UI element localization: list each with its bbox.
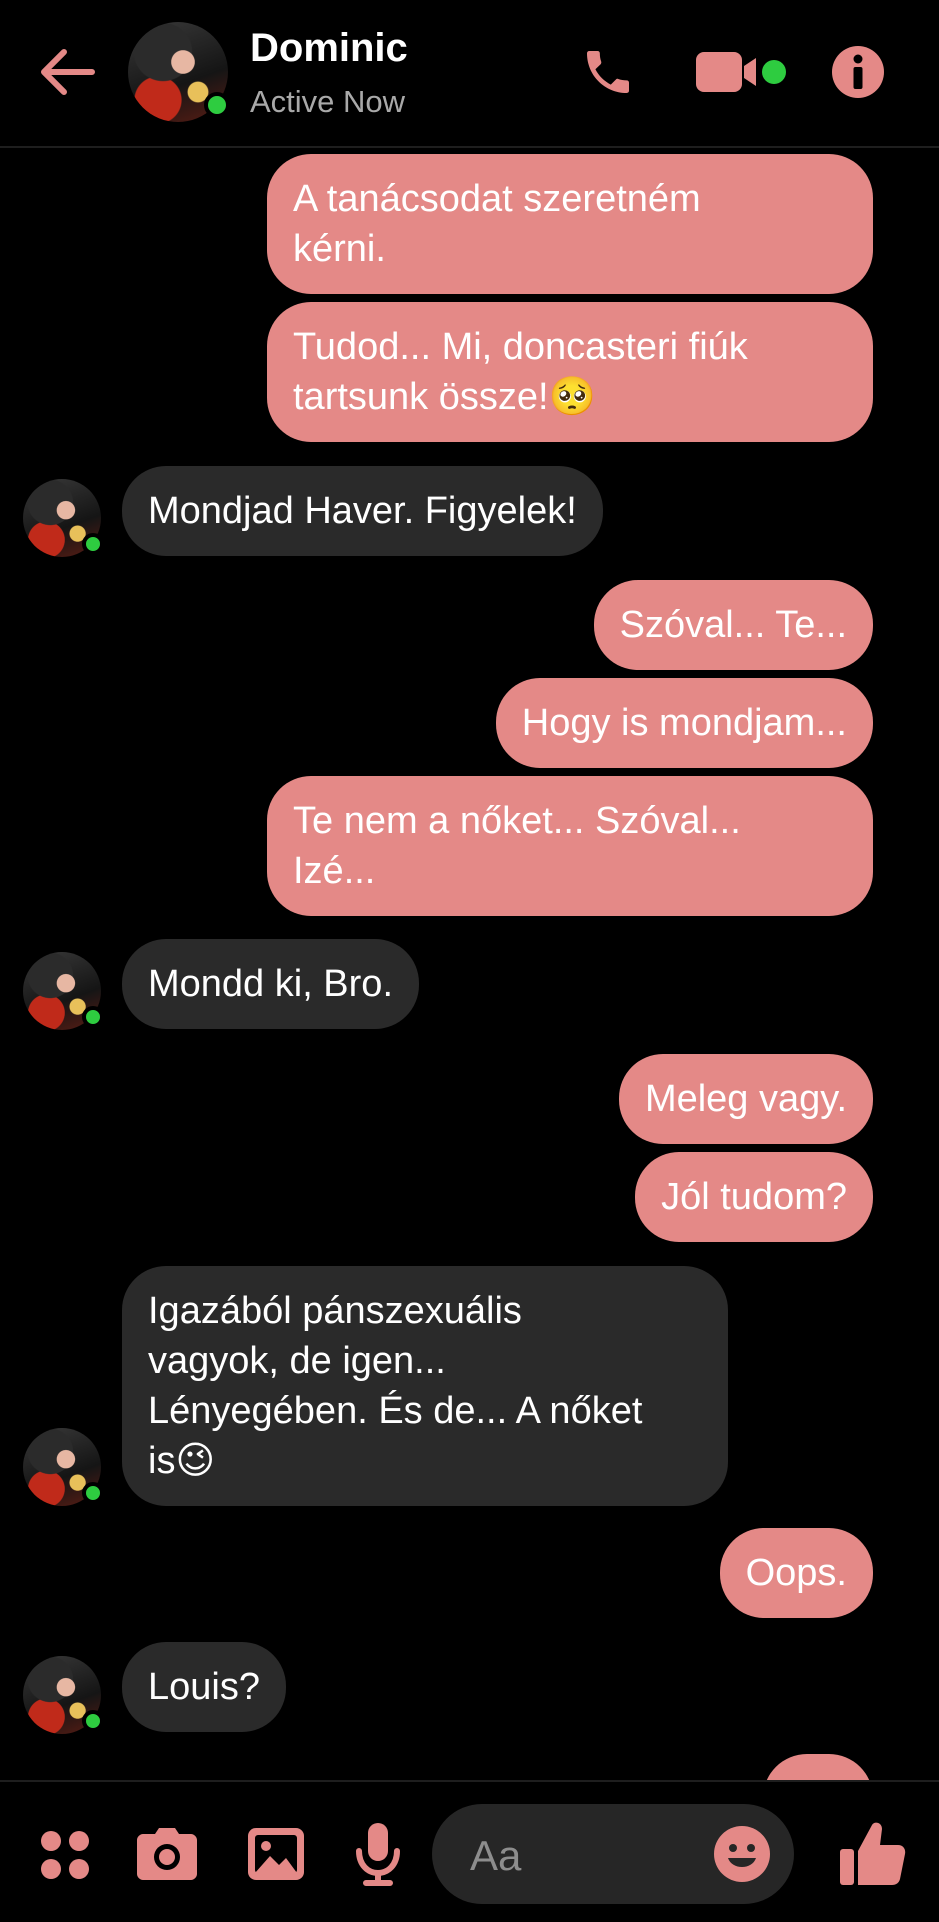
like-button[interactable] <box>836 1818 910 1890</box>
message-line: Igazából pánszexuális <box>148 1290 522 1332</box>
thumbs-up-icon <box>840 1822 906 1885</box>
outgoing-message-partial[interactable] <box>763 1754 873 1780</box>
emoji-button[interactable] <box>710 1822 774 1886</box>
outgoing-message[interactable]: Szóval... Te... <box>593 580 873 670</box>
message-line: tartsunk össze!🥺 <box>293 376 596 418</box>
outgoing-message[interactable]: Oops. <box>719 1528 873 1618</box>
outgoing-message[interactable]: Te nem a nőket... Szóval... Izé... <box>267 776 873 916</box>
smiley-icon <box>714 1826 770 1882</box>
camera-button[interactable] <box>135 1822 199 1886</box>
message-line: Szóval... Te... <box>619 604 847 646</box>
contact-avatar[interactable] <box>23 952 104 1030</box>
message-line: Louis? <box>148 1666 260 1708</box>
camera-icon <box>137 1828 197 1880</box>
message-line: Hogy is mondjam... <box>521 702 847 744</box>
microphone-icon <box>356 1823 400 1886</box>
incoming-message[interactable]: Mondjad Haver. Figyelek! <box>122 466 603 556</box>
outgoing-message[interactable]: Meleg vagy. <box>618 1054 873 1144</box>
message-line: Meleg vagy. <box>644 1078 847 1120</box>
contact-avatar[interactable] <box>23 479 104 557</box>
message-line: vagyok, de igen... <box>148 1340 446 1382</box>
message-line: Lényegében. És de... A nőket <box>148 1390 643 1432</box>
arrow-left-icon <box>41 49 95 95</box>
message-line: Jól tudom? <box>661 1176 847 1218</box>
input-placeholder: Aa <box>470 1832 522 1879</box>
message-input[interactable]: Aa <box>432 1804 794 1904</box>
online-indicator <box>204 92 230 118</box>
gallery-button[interactable] <box>244 1822 308 1886</box>
voice-call-button[interactable] <box>576 40 640 104</box>
contact-avatar[interactable] <box>23 1656 104 1734</box>
conversation-header: Dominic Active Now <box>0 0 939 148</box>
outgoing-message[interactable]: Tudod... Mi, doncasteri fiúk tartsunk ös… <box>267 302 873 442</box>
message-line: Tudod... Mi, doncasteri fiúk <box>293 326 748 368</box>
message-line: Te nem a nőket... Szóval... <box>293 800 741 842</box>
back-button[interactable] <box>36 40 100 104</box>
video-call-button[interactable] <box>694 44 788 100</box>
four-dots-menu-icon <box>41 1831 89 1879</box>
incoming-message[interactable]: Louis? <box>122 1642 286 1732</box>
info-icon <box>832 46 884 98</box>
image-icon <box>248 1828 304 1880</box>
message-line: kérni. <box>293 228 386 270</box>
incoming-message[interactable]: Igazából pánszexuális vagyok, de igen...… <box>122 1266 728 1506</box>
contact-name[interactable]: Dominic <box>250 26 408 71</box>
message-line: Oops. <box>745 1552 847 1594</box>
online-indicator <box>82 533 104 555</box>
online-indicator <box>82 1710 104 1732</box>
contact-avatar[interactable] <box>128 22 230 122</box>
info-button[interactable] <box>830 44 886 100</box>
outgoing-message[interactable]: A tanácsodat szeretném kérni. <box>267 154 873 294</box>
message-thread[interactable]: A tanácsodat szeretném kérni. Tudod... M… <box>0 148 939 1780</box>
incoming-message[interactable]: Mondd ki, Bro. <box>122 939 419 1029</box>
active-status: Active Now <box>250 84 406 119</box>
online-indicator <box>82 1482 104 1504</box>
outgoing-message[interactable]: Hogy is mondjam... <box>495 678 873 768</box>
message-line: A tanácsodat szeretném <box>293 178 701 220</box>
apps-button[interactable] <box>34 1824 96 1886</box>
contact-avatar[interactable] <box>23 1428 104 1506</box>
message-line: Izé... <box>293 850 376 892</box>
online-indicator <box>82 1006 104 1028</box>
message-line: is😉 <box>148 1440 216 1482</box>
message-line: Mondd ki, Bro. <box>148 963 393 1005</box>
voice-message-button[interactable] <box>346 1820 410 1888</box>
message-composer: Aa <box>0 1780 939 1922</box>
video-camera-icon <box>696 52 786 92</box>
outgoing-message[interactable]: Jól tudom? <box>635 1152 873 1242</box>
message-line: Mondjad Haver. Figyelek! <box>148 490 577 532</box>
phone-icon <box>587 51 629 93</box>
